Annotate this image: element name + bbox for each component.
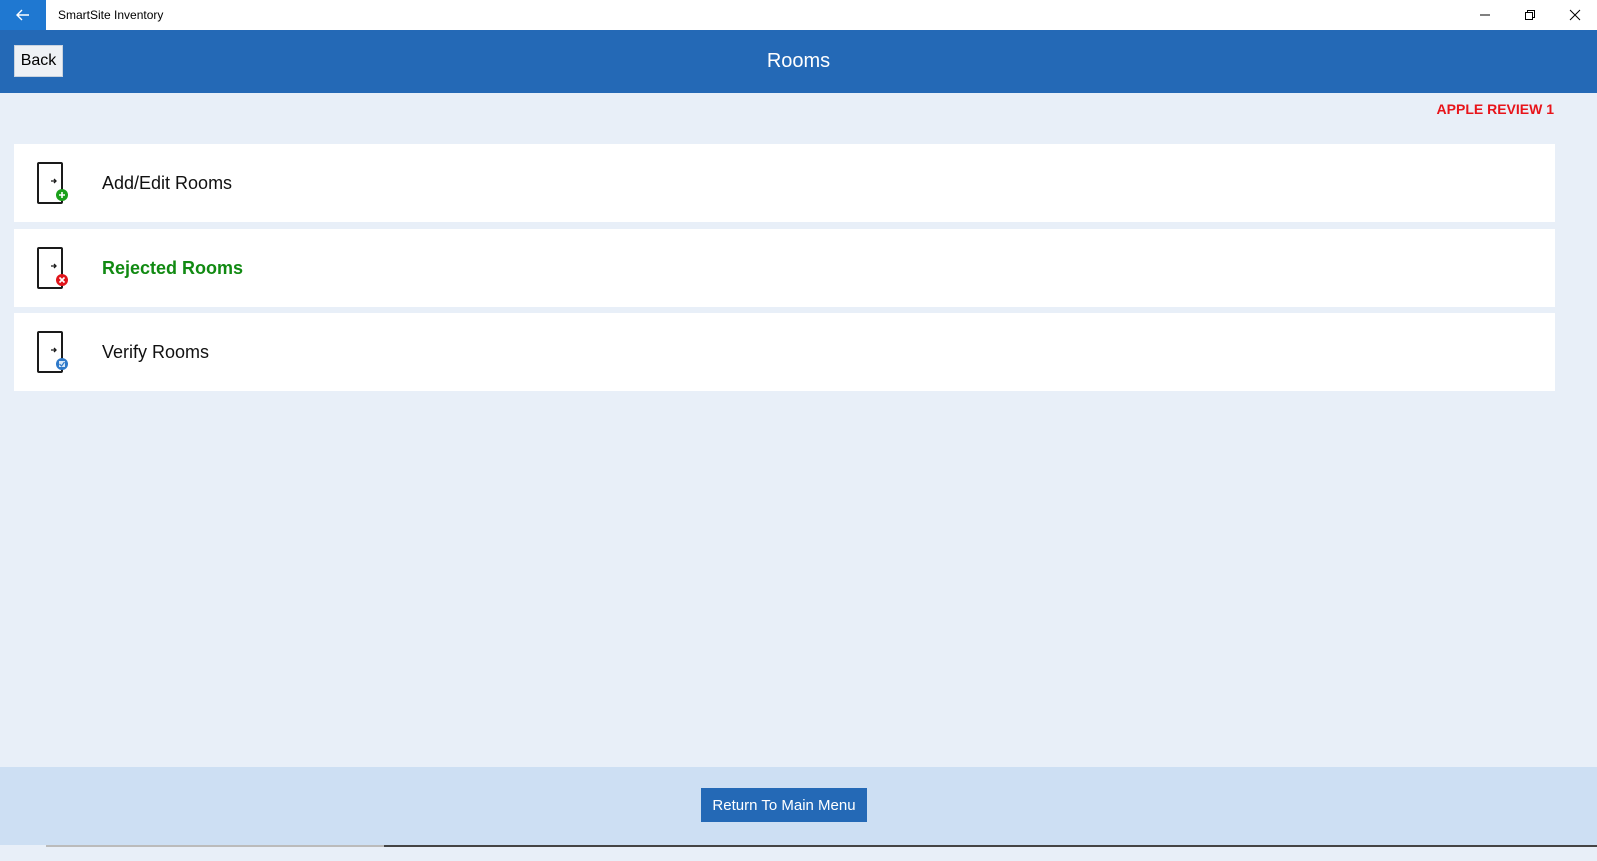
menu-item-verify-rooms[interactable]: Verify Rooms <box>14 313 1555 391</box>
close-icon <box>1569 9 1580 21</box>
menu-item-add-edit-rooms[interactable]: Add/Edit Rooms <box>14 144 1555 222</box>
door-reject-icon <box>37 247 68 289</box>
footer-bar: Return To Main Menu <box>0 767 1597 845</box>
menu-item-label: Rejected Rooms <box>102 257 244 278</box>
strip-segment <box>46 845 384 847</box>
bottom-strip <box>0 845 1597 861</box>
menu-item-label: Verify Rooms <box>102 341 210 362</box>
arrow-left-icon <box>16 9 29 21</box>
restore-button[interactable] <box>1507 0 1552 30</box>
return-to-main-menu-button[interactable]: Return To Main Menu <box>701 788 867 822</box>
menu-item-label: Add/Edit Rooms <box>102 172 233 193</box>
window-controls <box>1462 0 1597 30</box>
door-add-icon <box>37 162 68 204</box>
title-bar: SmartSite Inventory <box>0 0 1597 30</box>
close-button[interactable] <box>1552 0 1597 30</box>
minimize-icon <box>1479 14 1490 16</box>
window-title: SmartSite Inventory <box>58 8 164 22</box>
page-title: Rooms <box>766 50 831 72</box>
menu-item-rejected-rooms[interactable]: Rejected Rooms <box>14 229 1555 307</box>
review-label: APPLE REVIEW 1 <box>1436 101 1554 117</box>
window-back-button[interactable] <box>0 0 46 30</box>
minimize-button[interactable] <box>1462 0 1507 30</box>
door-verify-icon <box>37 331 68 373</box>
restore-icon <box>1524 10 1535 20</box>
strip-segment <box>384 845 1597 847</box>
page-header: Rooms Back <box>0 30 1597 93</box>
back-button[interactable]: Back <box>14 45 63 77</box>
